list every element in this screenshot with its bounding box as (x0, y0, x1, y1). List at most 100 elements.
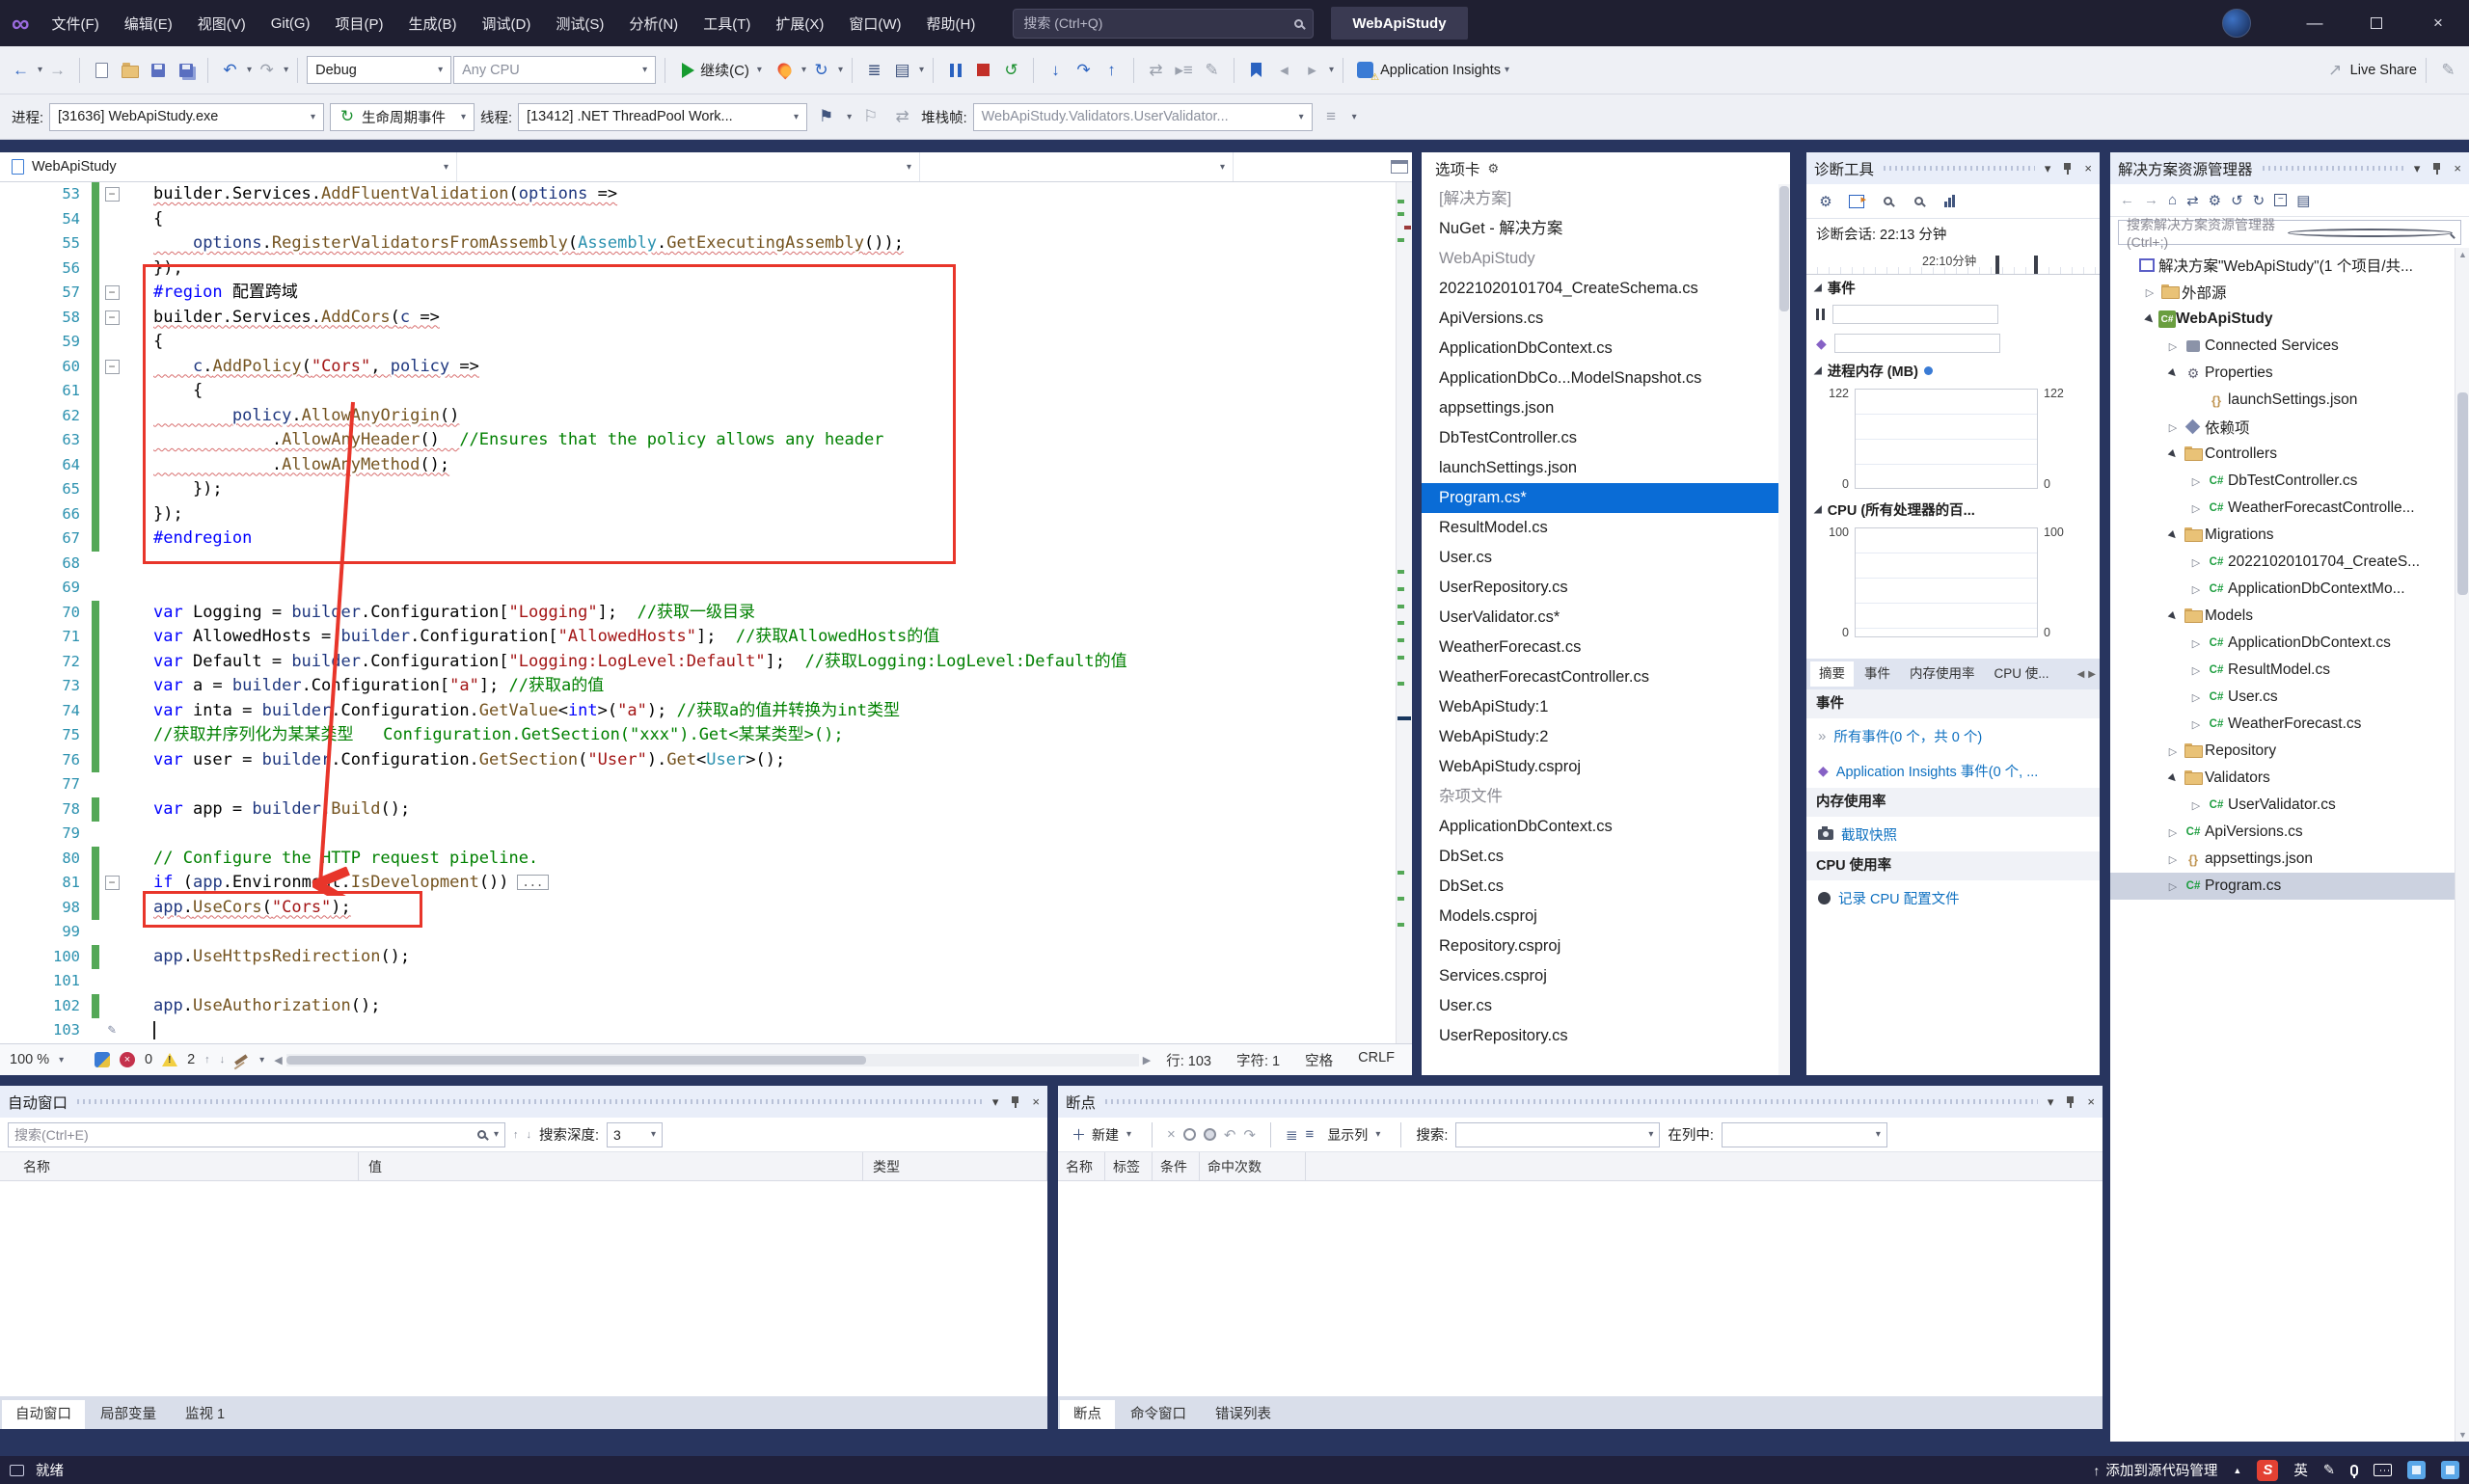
tree-item-program-cs[interactable]: ▷ C# Program.cs (2110, 873, 2469, 900)
memory-chart[interactable]: 122 0 122 0 (1806, 383, 2100, 497)
collapsed-arrow-icon[interactable]: ▷ (2164, 421, 2182, 434)
code-line-77[interactable]: 77 (0, 772, 1396, 797)
code-line-72[interactable]: 72 var Default = builder.Configuration["L… (0, 649, 1396, 674)
apply-code-changes-button[interactable]: ↻ (808, 57, 834, 83)
error-count[interactable]: 0 (145, 1052, 152, 1067)
error-icon[interactable]: × (120, 1052, 135, 1067)
window-position-caret[interactable]: ▾ (2048, 1094, 2054, 1110)
tree-item-launchsettings-json[interactable]: {} launchSettings.json (2110, 387, 2469, 414)
code-line-68[interactable]: 68 (0, 552, 1396, 577)
new-file-button[interactable] (89, 57, 115, 83)
hscroll-track[interactable] (285, 1053, 1139, 1066)
tree-item-weatherforecast-cs[interactable]: ▷ C# WeatherForecast.cs (2110, 711, 2469, 738)
fold-toggle-icon[interactable]: − (104, 310, 120, 325)
tree-item-migrations[interactable]: ▶ Migrations (2110, 522, 2469, 549)
all-events-link[interactable]: 所有事件(0 个，共 0 个) (1833, 726, 1982, 746)
collapse-all-icon[interactable]: − (2274, 194, 2288, 206)
window-layout-button[interactable]: ▤ (889, 57, 915, 83)
menu-item-项目-p[interactable]: 项目(P) (323, 0, 396, 46)
document-health-icon[interactable] (95, 1052, 110, 1067)
maximize-button[interactable] (2346, 0, 2407, 46)
solution-scrollbar[interactable]: ▲ ▼ (2455, 248, 2469, 1442)
diagnostics-settings-button[interactable]: ⚙ (1814, 190, 1837, 213)
code-line-71[interactable]: 71 var AllowedHosts = builder.Configurati… (0, 625, 1396, 650)
user-avatar[interactable] (2222, 9, 2251, 38)
window-position-caret[interactable]: ▾ (2045, 161, 2051, 176)
tree-item-validators[interactable]: ▶ Validators (2110, 765, 2469, 792)
code-line-103[interactable]: 103 ✎ (0, 1018, 1396, 1043)
tree-item-dbtestcontroller-cs[interactable]: ▷ C# DbTestController.cs (2110, 468, 2469, 495)
column-header-值[interactable]: 值 (359, 1152, 863, 1180)
code-line-73[interactable]: 73 var a = builder.Configuration["a"]; //… (0, 674, 1396, 699)
collapsed-region-box[interactable]: ... (516, 875, 550, 890)
step-into-button[interactable]: ↓ (1043, 57, 1069, 83)
code-line-56[interactable]: 56}); (0, 256, 1396, 281)
collapsed-arrow-icon[interactable]: ▷ (2187, 583, 2205, 596)
prev-bookmark-button[interactable]: ◂ (1271, 57, 1297, 83)
ime-pen-icon[interactable]: ✎ (2323, 1463, 2335, 1478)
column-header-名称[interactable]: 名称 (0, 1152, 359, 1180)
tree-item-apiversions-cs[interactable]: ▷ C# ApiVersions.cs (2110, 819, 2469, 846)
delete-all-breakpoints-icon[interactable] (1203, 1128, 1216, 1141)
breakpoints-body[interactable] (1058, 1181, 2103, 1396)
split-editor-icon[interactable] (1391, 160, 1408, 174)
navigate-back-caret[interactable]: ▾ (38, 65, 42, 75)
application-insights-label[interactable]: Application Insights (1380, 63, 1501, 78)
hscroll-thumb[interactable] (285, 1055, 866, 1065)
doc-tab-userrepository-cs[interactable]: UserRepository.cs (1422, 573, 1790, 603)
doc-tab-dbset-cs[interactable]: DbSet.cs (1422, 872, 1790, 902)
expanded-arrow-icon[interactable]: ▶ (2163, 526, 2184, 546)
next-issue-button[interactable]: ↓ (220, 1054, 226, 1066)
collapsed-arrow-icon[interactable]: ▷ (2187, 637, 2205, 650)
fold-column[interactable]: − (99, 182, 124, 207)
menu-item-调试-d[interactable]: 调试(D) (470, 0, 544, 46)
expanded-arrow-icon[interactable]: ▶ (2163, 769, 2184, 789)
code-line-53[interactable]: 53 − builder.Services.AddFluentValidation(… (0, 182, 1396, 207)
doc-tab-applicationdbcontext-cs[interactable]: ApplicationDbContext.cs (1422, 334, 1790, 364)
code-line-62[interactable]: 62 policy.AllowAnyOrigin() (0, 403, 1396, 428)
apply-code-changes-caret[interactable]: ▾ (838, 65, 843, 75)
save-all-button[interactable] (173, 57, 199, 83)
column-header-名称[interactable]: 名称 (1058, 1152, 1105, 1180)
tree-item-解决方案-webapistudy-1-个项目-共[interactable]: 解决方案"WebApiStudy"(1 个项目/共... (2110, 252, 2469, 279)
search-down-button[interactable]: ↓ (527, 1129, 532, 1141)
diagnostics-header[interactable]: 诊断工具 ▾ × (1806, 152, 2100, 184)
redo-button[interactable]: ↷ (254, 57, 280, 83)
flag-threads-caret[interactable]: ▾ (847, 112, 852, 122)
code-line-69[interactable]: 69 (0, 576, 1396, 601)
code-line-61[interactable]: 61 { (0, 379, 1396, 404)
diagnostics-tab-内存使用率[interactable]: 内存使用率 (1901, 661, 1984, 687)
column-header-命中次数[interactable]: 命中次数 (1200, 1152, 1306, 1180)
ai-events-track[interactable] (1833, 334, 2000, 353)
breakpoints-tab-命令窗口[interactable]: 命令窗口 (1117, 1400, 1200, 1429)
pending-changes-filter-icon[interactable]: ⚙ (2209, 192, 2221, 209)
home-icon[interactable]: ⌂ (2168, 192, 2177, 208)
menu-item-编辑-e[interactable]: 编辑(E) (112, 0, 185, 46)
go-to-disassembly-icon[interactable]: ≡ (1306, 1126, 1315, 1143)
solution-configuration-combo[interactable]: Debug ▾ (307, 56, 452, 84)
forward-icon[interactable]: → (2144, 192, 2158, 208)
scroll-left-arrow[interactable]: ◀ (274, 1054, 282, 1066)
disable-all-breakpoints-icon[interactable] (1182, 1128, 1196, 1141)
save-button[interactable] (145, 57, 171, 83)
tree-item-controllers[interactable]: ▶ Controllers (2110, 441, 2469, 468)
events-section-header[interactable]: ◢ 事件 (1806, 275, 2100, 300)
doc-tab-launchsettings-json[interactable]: launchSettings.json (1422, 453, 1790, 483)
lifecycle-events-button[interactable]: ↻ 生命周期事件 ▾ (330, 102, 475, 131)
scrollbar-up-icon[interactable]: ▲ (2458, 250, 2467, 259)
solution-explorer-header[interactable]: 解决方案资源管理器 ▾ × (2110, 152, 2469, 184)
doc-tab-webapistudy-1[interactable]: WebApiStudy:1 (1422, 692, 1790, 722)
collapsed-arrow-icon[interactable]: ▷ (2141, 286, 2158, 299)
column-header-条件[interactable]: 条件 (1153, 1152, 1200, 1180)
doc-tab-applicationdbco-modelsnapshot-cs[interactable]: ApplicationDbCo...ModelSnapshot.cs (1422, 364, 1790, 393)
search-up-button[interactable]: ↑ (513, 1129, 519, 1141)
tabs-scrollbar-thumb[interactable] (1779, 186, 1789, 311)
tabs-scrollbar[interactable] (1778, 184, 1790, 1075)
reset-view-button[interactable] (1938, 190, 1961, 213)
hot-reload-button[interactable] (772, 57, 798, 83)
tree-item-properties[interactable]: ▶ ⚙ Properties (2110, 360, 2469, 387)
keyboard-icon[interactable] (2374, 1464, 2392, 1476)
window-position-caret[interactable]: ▾ (992, 1094, 999, 1110)
go-to-source-icon[interactable]: ≣ (1286, 1126, 1298, 1144)
doc-tab-program-cs[interactable]: Program.cs* (1422, 483, 1790, 513)
